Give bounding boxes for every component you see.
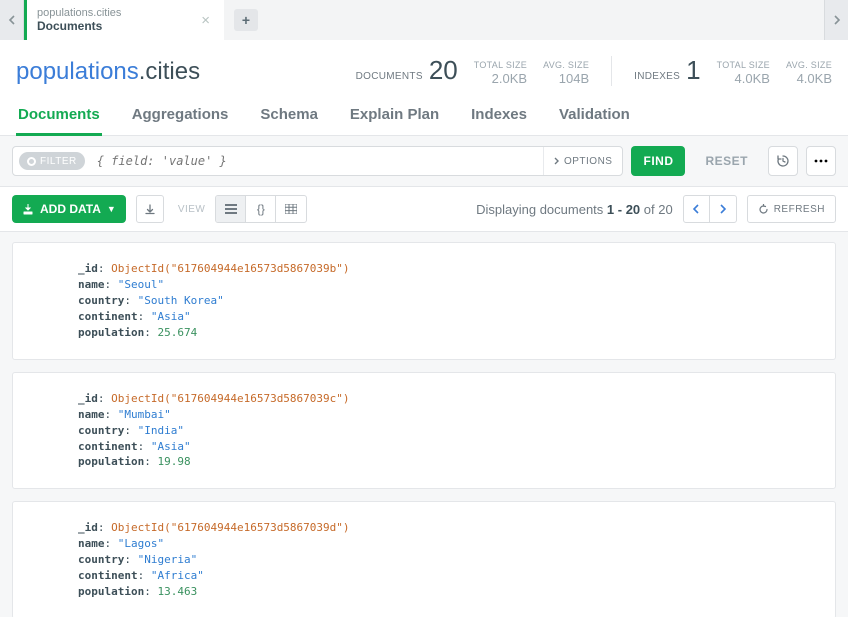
stat-documents: DOCUMENTS 20 [356, 54, 458, 86]
tabstrip: populations.cities Documents × + [0, 0, 848, 40]
document-card[interactable]: _id: ObjectId("617604944e16573d5867039d"… [12, 501, 836, 617]
find-button[interactable]: FIND [631, 146, 685, 176]
pager [683, 195, 737, 223]
coll-name: .cities [139, 58, 200, 85]
refresh-button[interactable]: REFRESH [747, 195, 836, 223]
options-label: OPTIONS [564, 156, 613, 167]
tab-explain-plan[interactable]: Explain Plan [348, 100, 441, 135]
reset-button[interactable]: RESET [693, 146, 760, 176]
filter-input[interactable] [91, 154, 543, 168]
doc-field: population: 19.98 [78, 454, 815, 470]
export-button[interactable] [136, 195, 164, 223]
namespace-title: populations.cities [16, 58, 200, 86]
document-card[interactable]: _id: ObjectId("617604944e16573d5867039c"… [12, 372, 836, 490]
stat-idx-total-size: TOTAL SIZE 4.0KB [717, 60, 770, 86]
refresh-label: REFRESH [774, 204, 825, 215]
view-toggle: {} [215, 195, 307, 223]
doc-field: country: "India" [78, 423, 815, 439]
doc-field: _id: ObjectId("617604944e16573d5867039b"… [78, 261, 815, 277]
doc-field: name: "Lagos" [78, 536, 815, 552]
documents-area[interactable]: _id: ObjectId("617604944e16573d5867039b"… [0, 232, 848, 617]
add-data-button[interactable]: ADD DATA ▼ [12, 195, 126, 223]
download-icon [22, 203, 34, 215]
view-label: VIEW [178, 204, 206, 215]
filter-dot-icon [27, 157, 36, 166]
tab-indexes[interactable]: Indexes [469, 100, 529, 135]
action-bar: ADD DATA ▼ VIEW {} Displaying documents … [0, 187, 848, 232]
tab-schema[interactable]: Schema [258, 100, 320, 135]
db-name: populations [16, 58, 139, 85]
stat-idx-avg-size: AVG. SIZE 4.0KB [786, 60, 832, 86]
close-tab[interactable]: × [197, 12, 214, 29]
new-tab-wrap: + [230, 0, 262, 40]
doc-field: name: "Mumbai" [78, 407, 815, 423]
filter-chip-label: FILTER [40, 156, 77, 167]
stats-divider [611, 56, 612, 86]
stats-row: DOCUMENTS 20 TOTAL SIZE 2.0KB AVG. SIZE … [356, 54, 832, 86]
page-prev[interactable] [684, 196, 710, 222]
doc-field: continent: "Asia" [78, 439, 815, 455]
filter-box: FILTER OPTIONS [12, 146, 623, 176]
filter-bar: FILTER OPTIONS FIND RESET [0, 136, 848, 187]
doc-field: country: "Nigeria" [78, 552, 815, 568]
doc-field: population: 13.463 [78, 584, 815, 600]
stat-doc-avg-size: AVG. SIZE 104B [543, 60, 589, 86]
view-list[interactable] [216, 196, 246, 222]
doc-field: _id: ObjectId("617604944e16573d5867039d"… [78, 520, 815, 536]
doc-field: _id: ObjectId("617604944e16573d5867039c"… [78, 391, 815, 407]
history-back[interactable] [0, 0, 24, 40]
doc-field: continent: "Asia" [78, 309, 815, 325]
caret-down-icon: ▼ [107, 204, 116, 214]
collection-tabs: Documents Aggregations Schema Explain Pl… [0, 92, 848, 136]
filter-chip: FILTER [19, 152, 85, 170]
refresh-icon [758, 204, 769, 215]
tab-validation[interactable]: Validation [557, 100, 632, 135]
tab-aggregations[interactable]: Aggregations [130, 100, 231, 135]
tab-subtitle: populations.cities [37, 7, 197, 19]
active-tab[interactable]: populations.cities Documents × [24, 0, 224, 40]
stat-doc-total-size: TOTAL SIZE 2.0KB [474, 60, 527, 86]
doc-field: country: "South Korea" [78, 293, 815, 309]
history-forward[interactable] [824, 0, 848, 40]
doc-field: continent: "Africa" [78, 568, 815, 584]
page-next[interactable] [710, 196, 736, 222]
options-toggle[interactable]: OPTIONS [543, 147, 623, 175]
tab-title: Documents [37, 20, 197, 33]
doc-field: population: 25.674 [78, 325, 815, 341]
more-menu[interactable] [806, 146, 836, 176]
tab-documents[interactable]: Documents [16, 100, 102, 136]
stat-indexes: INDEXES 1 [634, 54, 700, 86]
display-count: Displaying documents 1 - 20 of 20 [476, 202, 673, 217]
new-tab-button[interactable]: + [234, 9, 258, 31]
document-card[interactable]: _id: ObjectId("617604944e16573d5867039b"… [12, 242, 836, 360]
collection-header: populations.cities DOCUMENTS 20 TOTAL SI… [0, 40, 848, 92]
view-json[interactable]: {} [246, 196, 276, 222]
view-table[interactable] [276, 196, 306, 222]
add-data-label: ADD DATA [40, 202, 101, 216]
doc-field: name: "Seoul" [78, 277, 815, 293]
history-icon[interactable] [768, 146, 798, 176]
